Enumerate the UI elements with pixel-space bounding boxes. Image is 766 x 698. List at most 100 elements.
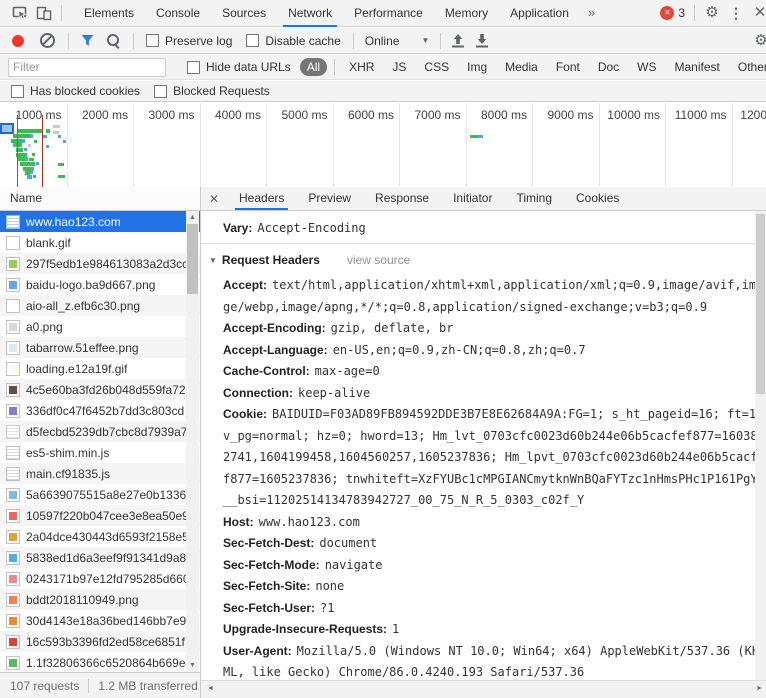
scroll-down-icon[interactable]: ▼ [186,662,199,669]
request-row[interactable]: 4c5e60ba3fd26b048d559fa72 [0,379,200,400]
request-row[interactable]: bddt2018110949.png [0,589,200,610]
header-value: document [319,536,377,550]
disable-cache-checkbox[interactable]: Disable cache [246,34,340,48]
details-tab-cookies[interactable]: Cookies [564,187,631,210]
ruler-gridline [532,103,533,187]
inspect-icon[interactable] [8,1,32,25]
filter-type-manifest[interactable]: Manifest [668,58,727,76]
request-headers-section[interactable]: ▼ Request Headers view source [201,244,755,270]
ruler-tick-label: 10000 ms [607,108,665,122]
throttling-select[interactable]: Online ▼ [365,34,430,48]
filter-type-doc[interactable]: Doc [591,58,626,76]
preserve-log-checkbox[interactable]: Preserve log [146,34,232,48]
triangle-down-icon: ▼ [209,256,217,265]
ruler-gridline [665,103,666,187]
request-row[interactable]: 297f5edb1e984613083a2d3cc [0,253,200,274]
filter-funnel-icon[interactable] [81,34,94,47]
header-name: Accept-Encoding: [223,321,326,335]
request-name: 30d4143e18a36bed146bb7e9 [26,614,186,628]
record-button[interactable] [12,35,24,47]
request-name: tabarrow.51effee.png [26,341,139,355]
waterfall-bar [46,129,50,133]
scrollbar-thumb[interactable] [756,214,765,394]
request-row[interactable]: www.hao123.com [0,211,200,232]
request-row[interactable]: baidu-logo.ba9d667.png [0,274,200,295]
request-row[interactable]: main.cf91835.js [0,463,200,484]
request-row[interactable]: 0243171b97e12fd795285d660 [0,568,200,589]
header-name: Sec-Fetch-Dest: [223,536,314,550]
view-source-link[interactable]: view source [347,253,410,267]
tab-console[interactable]: Console [145,0,211,27]
search-icon[interactable] [107,34,119,46]
request-row[interactable]: es5-shim.min.js [0,442,200,463]
tab-application[interactable]: Application [499,0,580,27]
blocked-requests-checkbox[interactable]: Blocked Requests [154,84,270,98]
settings-gear-icon[interactable]: ⚙ [700,1,724,25]
request-row[interactable]: 16c593b3396fd2ed58ce6851f [0,631,200,652]
request-name: 0243171b97e12fd795285d660 [26,572,186,586]
name-column-header[interactable]: Name [0,187,200,211]
scrollbar-thumb[interactable] [187,224,198,294]
menu-kebab-icon[interactable]: ⋮ [724,1,748,25]
waterfall-bar [36,162,39,165]
network-conditions-gear-icon[interactable]: ⚙ [749,29,766,53]
hide-data-urls-checkbox[interactable]: Hide data URLs [187,60,291,74]
import-har-icon[interactable] [446,29,470,53]
details-tab-response[interactable]: Response [363,187,441,210]
tab-performance[interactable]: Performance [343,0,434,27]
device-toolbar-icon[interactable] [32,1,56,25]
section-title: Request Headers [222,253,320,267]
tab-elements[interactable]: Elements [73,0,145,27]
request-row[interactable]: blank.gif [0,232,200,253]
details-tab-preview[interactable]: Preview [296,187,363,210]
waterfall-bar [63,140,66,143]
request-row[interactable]: tabarrow.51effee.png [0,337,200,358]
filter-type-ws[interactable]: WS [630,58,663,76]
error-count-badge[interactable]: ✕ 3 [660,6,685,20]
header-entry: Sec-Fetch-Dest: document [223,533,755,555]
request-row[interactable]: loading.e12a19f.gif [0,358,200,379]
export-har-icon[interactable] [470,29,494,53]
request-name: a0.png [26,320,63,334]
details-hscrollbar[interactable]: ◄ ► [201,680,766,698]
details-vscrollbar[interactable] [755,211,766,680]
clear-icon[interactable] [40,33,55,48]
dom-content-loaded-line [17,115,18,187]
filter-type-other[interactable]: Other [731,58,766,76]
scroll-left-icon[interactable]: ◄ [204,685,217,692]
request-row[interactable]: 1.1f32806366c6520864b669e4 [0,652,200,672]
request-row[interactable]: 2a04dce430443d6593f2158e5 [0,526,200,547]
filter-type-xhr[interactable]: XHR [342,58,381,76]
timeline-overview[interactable]: 1000 ms2000 ms3000 ms4000 ms5000 ms6000 … [0,103,766,188]
tab-memory[interactable]: Memory [434,0,499,27]
request-row[interactable]: 5838ed1d6a3eef9f91341d9a8 [0,547,200,568]
filter-type-css[interactable]: CSS [417,58,456,76]
request-row[interactable]: a0.png [0,316,200,337]
tab-network[interactable]: Network [277,0,343,27]
close-details-icon[interactable]: ✕ [201,192,227,206]
filter-type-font[interactable]: Font [549,58,587,76]
header-value: none [315,579,344,593]
request-name: 16c593b3396fd2ed58ce6851f [26,635,185,649]
has-blocked-cookies-checkbox[interactable]: Has blocked cookies [11,84,140,98]
details-tab-headers[interactable]: Headers [227,187,296,210]
close-devtools-icon[interactable]: ✕ [748,1,766,25]
scroll-right-icon[interactable]: ► [756,685,763,692]
request-row[interactable]: 30d4143e18a36bed146bb7e9 [0,610,200,631]
filter-type-img[interactable]: Img [460,58,494,76]
request-row[interactable]: aio-all_z.efb6c30.png [0,295,200,316]
details-tab-initiator[interactable]: Initiator [441,187,504,210]
filter-input[interactable] [8,58,166,77]
filter-type-all[interactable]: All [300,58,327,76]
request-row[interactable]: 5a6639075515a8e27e0b1336. [0,484,200,505]
filter-type-js[interactable]: JS [385,58,413,76]
filter-type-media[interactable]: Media [498,58,545,76]
requests-scrollbar[interactable]: ▲ ▼ [186,211,199,672]
more-panels-button[interactable]: » [580,0,603,26]
details-tab-timing[interactable]: Timing [504,187,564,210]
request-row[interactable]: d5fecbd5239db7cbc8d7939a7 [0,421,200,442]
request-row[interactable]: 10597f220b047cee3e8ea50e9 [0,505,200,526]
tab-sources[interactable]: Sources [211,0,277,27]
scroll-up-icon[interactable]: ▲ [186,214,199,221]
request-row[interactable]: 336df0c47f6452b7dd3c803cd [0,400,200,421]
